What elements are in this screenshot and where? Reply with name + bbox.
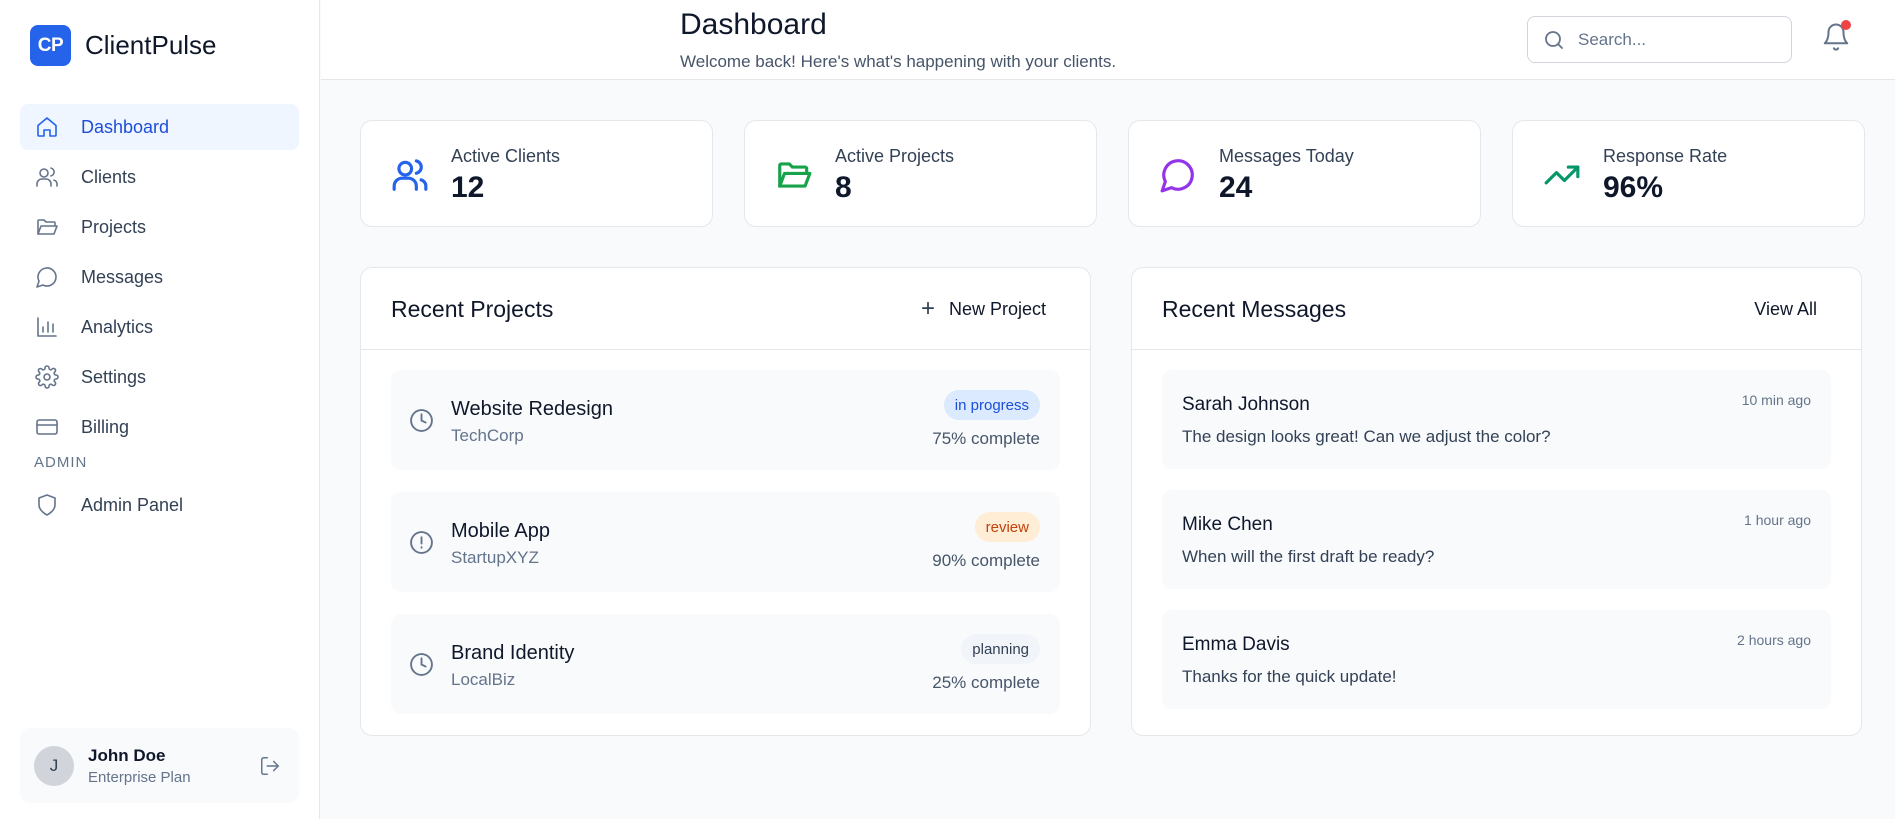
message-text: Thanks for the quick update! [1182,667,1397,686]
sidebar-item-messages[interactable]: Messages [20,254,299,300]
stat-card-response-rate: Response Rate 96% [1512,120,1865,227]
message-text: The design looks great! Can we adjust th… [1182,427,1551,446]
new-project-button[interactable]: + New Project [921,292,1046,326]
new-project-label: New Project [948,298,1046,319]
bar-chart-icon [34,314,60,340]
sidebar-item-label: Dashboard [81,116,170,137]
credit-card-icon [34,414,60,440]
brand[interactable]: CP ClientPulse [30,25,217,66]
folder-icon [775,156,813,194]
project-row[interactable]: Mobile App StartupXYZ review 90% complet… [391,492,1060,592]
message-time: 1 hour ago [1744,512,1811,528]
stat-label: Response Rate [1603,146,1728,166]
stats-row: Active Clients 12 Active Projects 8 Mess… [360,120,1865,227]
project-progress: 90% complete [932,551,1040,570]
clock-icon [409,652,434,677]
plus-icon: + [920,295,935,322]
message-sender: Emma Davis [1182,634,1290,655]
user-card[interactable]: J John Doe Enterprise Plan [20,728,299,803]
message-row[interactable]: Mike Chen When will the first draft be r… [1162,490,1831,589]
sidebar-item-settings[interactable]: Settings [20,354,299,400]
sidebar-item-label: Admin Panel [81,494,184,515]
recent-projects-panel: Recent Projects + New Project Website Re… [360,267,1091,736]
message-time: 10 min ago [1741,392,1811,408]
clock-icon [409,408,434,433]
search-icon [1542,28,1566,52]
gear-icon [34,364,60,390]
brand-name: ClientPulse [85,30,217,60]
stat-value: 24 [1219,171,1253,204]
project-client: LocalBiz [451,670,516,689]
message-row[interactable]: Sarah Johnson The design looks great! Ca… [1162,370,1831,469]
user-plan: Enterprise Plan [88,768,191,786]
view-all-button[interactable]: View All [1754,292,1817,326]
user-name: John Doe [88,745,166,765]
sidebar-item-label: Settings [81,366,147,387]
stat-value: 96% [1603,171,1664,204]
sidebar-item-label: Billing [81,416,130,437]
brand-logo: CP [30,25,71,66]
stat-card-messages-today: Messages Today 24 [1128,120,1481,227]
project-progress: 25% complete [932,673,1040,692]
sidebar-item-analytics[interactable]: Analytics [20,304,299,350]
message-icon [1159,156,1197,194]
panel-title: Recent Projects [391,296,554,322]
logout-icon[interactable] [259,755,281,777]
recent-messages-panel: Recent Messages View All Sarah Johnson T… [1131,267,1862,736]
notification-dot [1841,20,1851,30]
users-icon [391,156,429,194]
stat-card-active-clients: Active Clients 12 [360,120,713,227]
stat-label: Active Clients [451,146,561,166]
stat-label: Messages Today [1219,146,1354,166]
sidebar: CP ClientPulse Dashboard Clients Project… [0,0,320,819]
sidebar-item-clients[interactable]: Clients [20,154,299,200]
sidebar-item-projects[interactable]: Projects [20,204,299,250]
project-name: Website Redesign [451,398,613,420]
home-icon [34,114,60,140]
sidebar-nav: Dashboard Clients Projects Messages Anal… [20,104,299,532]
search-input[interactable] [1578,29,1768,50]
sidebar-item-label: Analytics [81,316,154,337]
panel-title: Recent Messages [1162,296,1347,322]
top-header: Dashboard Welcome back! Here's what's ha… [321,0,1895,80]
sidebar-item-label: Clients [81,166,137,187]
stat-value: 12 [451,171,485,204]
sidebar-item-billing[interactable]: Billing [20,404,299,450]
admin-section-label: ADMIN [34,454,88,471]
project-name: Brand Identity [451,642,575,664]
shield-icon [34,492,60,518]
page-title: Dashboard [680,8,827,41]
project-client: StartupXYZ [451,548,539,567]
stat-value: 8 [835,171,852,204]
search-box[interactable] [1527,16,1792,63]
page-subtitle: Welcome back! Here's what's happening wi… [680,52,1117,71]
message-row[interactable]: Emma Davis Thanks for the quick update! … [1162,610,1831,709]
sidebar-item-dashboard[interactable]: Dashboard [20,104,299,150]
sidebar-item-label: Messages [81,266,164,287]
message-icon [34,264,60,290]
folder-icon [34,214,60,240]
users-icon [34,164,60,190]
alert-circle-icon [409,530,434,555]
project-client: TechCorp [451,426,524,445]
status-badge: in progress [943,390,1040,420]
stat-label: Active Projects [835,146,955,166]
message-text: When will the first draft be ready? [1182,547,1435,566]
project-row[interactable]: Website Redesign TechCorp in progress 75… [391,370,1060,470]
trending-up-icon [1543,156,1581,194]
project-progress: 75% complete [932,429,1040,448]
message-time: 2 hours ago [1737,632,1811,648]
avatar: J [34,745,74,786]
sidebar-item-label: Projects [81,216,147,237]
status-badge: planning [961,634,1040,664]
message-sender: Sarah Johnson [1182,394,1310,415]
notification-bell-icon[interactable] [1821,20,1855,56]
status-badge: review [974,512,1040,542]
message-sender: Mike Chen [1182,514,1273,535]
project-row[interactable]: Brand Identity LocalBiz planning 25% com… [391,614,1060,714]
stat-card-active-projects: Active Projects 8 [744,120,1097,227]
project-name: Mobile App [451,520,550,542]
sidebar-item-admin-panel[interactable]: Admin Panel [20,482,299,528]
